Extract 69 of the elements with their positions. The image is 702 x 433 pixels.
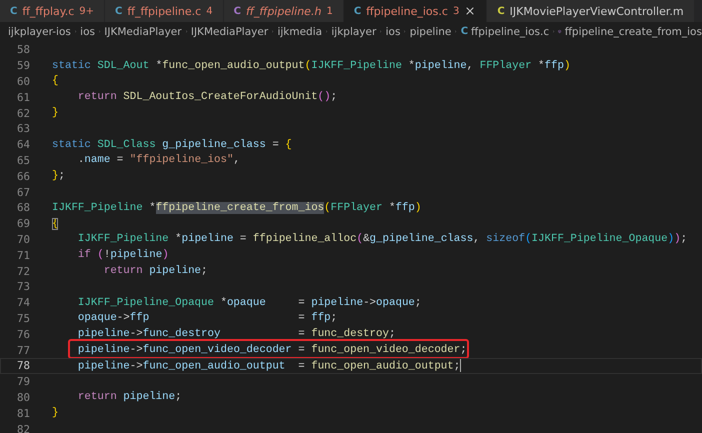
code-line: opaque->ffp = ffp; — [76, 312, 338, 324]
line-number: 72 — [16, 264, 30, 278]
line-number: 81 — [16, 406, 30, 420]
code-line: { — [52, 75, 58, 88]
line-number: 70 — [16, 232, 30, 246]
line-number: 77 — [16, 344, 30, 357]
file-type-icon: C — [115, 6, 122, 16]
breadcrumb-item[interactable]: pipeline — [410, 26, 452, 38]
breadcrumb-item[interactable]: IJKMediaPlayer — [190, 26, 268, 38]
line-number: 62 — [16, 106, 30, 120]
line-number: 66 — [16, 170, 30, 183]
file-type-icon: C — [497, 6, 505, 16]
line-number: 78 — [16, 359, 30, 372]
line-number: 65 — [16, 154, 30, 167]
line-number: 74 — [16, 296, 30, 310]
problem-count: 1 — [326, 6, 333, 16]
code-line: if (!pipeline) — [76, 249, 169, 262]
line-number: 79 — [16, 375, 30, 388]
file-type-icon: C — [10, 6, 18, 16]
code-line: return SDL_AoutIos_CreateForAudioUnit(); — [76, 91, 338, 104]
code-line: }; — [52, 170, 65, 182]
breadcrumb-item[interactable]: ijkmedia — [277, 26, 322, 38]
line-number: 59 — [16, 59, 30, 72]
code-line: return pipeline; — [76, 391, 182, 404]
line-number: 69 — [16, 217, 30, 230]
breadcrumb-item[interactable]: ijkplayer — [331, 26, 376, 38]
file-type-icon: C — [234, 6, 241, 16]
code-line: static SDL_Class g_pipeline_class = { — [52, 138, 292, 151]
editor-tab[interactable]: C ff_ffpipeline.c 4 — [105, 0, 224, 22]
code-line: pipeline->func_open_audio_output = func_open_audio_output; — [76, 359, 462, 373]
code-line: return pipeline; — [102, 265, 208, 278]
file-type-icon: C — [460, 26, 468, 37]
line-number: 67 — [16, 186, 30, 199]
code-line: } — [52, 107, 58, 120]
line-number: 71 — [16, 248, 30, 262]
code-line: } — [52, 407, 58, 420]
breadcrumb-item[interactable]: ios — [80, 26, 95, 38]
code-line: IJKFF_Pipeline *ffpipeline_create_from_ios(FFPlayer *ffp) — [52, 202, 422, 214]
code-line: IJKFF_Pipeline_Opaque *opaque = pipeline->opaque; — [76, 296, 422, 309]
editor-tab[interactable]: C IJKMoviePlayerViewController.m — [487, 0, 695, 22]
code-line: static SDL_Aout *func_open_audio_output(IJKFF_Pipeline *pipeline, FFPlayer *ffp) — [52, 60, 570, 72]
editor-tab[interactable]: C ffpipeline_ios.c 3 — [344, 0, 488, 22]
line-number: 80 — [16, 390, 30, 404]
code-line: IJKFF_Pipeline *pipeline = ffpipeline_alloc(&g_pipeline_class, sizeof(IJKFF_Pipeline_Opaque)); — [76, 233, 688, 246]
problem-count: 3 — [452, 6, 460, 16]
file-type-icon: C — [354, 6, 362, 16]
breadcrumb-item[interactable]: ijkplayer-ios — [8, 26, 71, 38]
breadcrumb-item[interactable]: ios — [386, 26, 400, 38]
breadcrumb-item[interactable]: ffpipeline_create_from_ios — [564, 26, 702, 38]
code-line: .name = "ffpipeline_ios", — [76, 154, 240, 166]
line-number: 82 — [16, 422, 30, 433]
line-number: 73 — [16, 280, 30, 294]
line-number: 75 — [16, 312, 30, 325]
breadcrumb-item[interactable]: IJKMediaPlayer — [104, 26, 182, 38]
problem-count: 4 — [206, 6, 213, 16]
line-number: 76 — [16, 328, 30, 341]
problem-count: 9+ — [79, 6, 94, 16]
code-line: pipeline->func_destroy = func_destroy; — [76, 328, 396, 340]
breadcrumb-item[interactable]: ffpipeline_ios.c — [471, 26, 550, 38]
editor-tab[interactable]: C ff_ffpipeline.h 1 — [224, 0, 344, 22]
code-line: pipeline->func_open_video_decoder = func_open_video_decoder; — [76, 344, 467, 356]
close-icon[interactable] — [464, 5, 476, 17]
line-number: 58 — [16, 43, 30, 56]
line-number: 68 — [16, 201, 30, 214]
line-number: 64 — [16, 138, 30, 152]
line-number: 60 — [16, 74, 30, 88]
editor-tab[interactable]: C ff_ffplay.c 9+ — [0, 0, 106, 22]
line-number: 63 — [16, 122, 30, 136]
line-number: 61 — [16, 90, 30, 104]
